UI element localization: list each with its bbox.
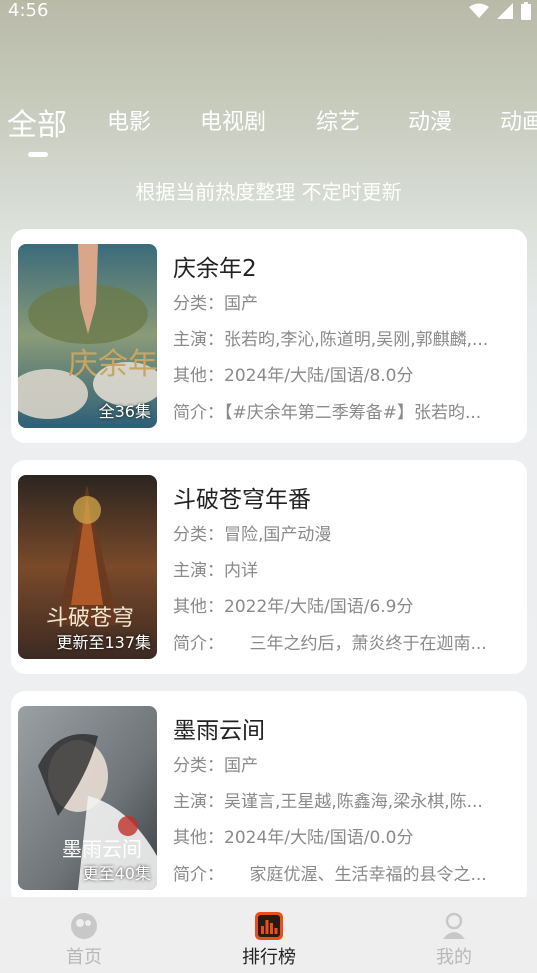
nav-ranking[interactable]: 排行榜 [219, 911, 319, 969]
intro-info: 简介： 家庭优渥、生活幸福的县令之... [173, 865, 487, 885]
tab-movie[interactable]: 电影 [107, 104, 151, 136]
nav-ranking-label: 排行榜 [242, 947, 296, 968]
poster-image[interactable]: 墨雨云间 更至40集 [18, 706, 157, 890]
category-tabs: 全部 电影 电视剧 综艺 动漫 动画 [0, 104, 537, 164]
ranking-subtitle: 根据当前热度整理 不定时更新 [135, 180, 402, 204]
intro-info: 简介： 三年之约后，萧炎终于在迦南... [173, 634, 487, 654]
ranking-card[interactable]: 斗破苍穹 更新至137集 斗破苍穹年番 分类：冒险,国产动漫 主演：内详 其他：… [11, 460, 527, 674]
tab-animation[interactable]: 动画 [500, 104, 537, 136]
episode-badge: 更至40集 [82, 864, 151, 883]
profile-icon [443, 912, 465, 939]
nav-mine[interactable]: 我的 [404, 911, 504, 969]
bottom-nav: 首页 排行榜 我的 [0, 897, 537, 973]
cast-info: 主演：吴谨言,王星越,陈鑫海,梁永棋,陈... [173, 792, 483, 812]
tab-variety[interactable]: 综艺 [316, 104, 360, 136]
poster-image[interactable]: 庆余年 全36集 [18, 244, 157, 428]
battery-icon [521, 2, 531, 20]
intro-info: 简介：【#庆余年第二季筹备#】张若昀... [173, 403, 482, 423]
ranking-card[interactable]: 庆余年 全36集 庆余年2 分类：国产 主演：张若昀,李沁,陈道明,吴刚,郭麒麟… [11, 229, 527, 443]
other-info: 其他：2022年/大陆/国语/6.9分 [173, 597, 414, 617]
status-time: 4:56 [8, 0, 49, 21]
episode-badge: 更新至137集 [56, 633, 151, 652]
active-tab-indicator [28, 152, 48, 157]
status-icons [469, 2, 531, 20]
status-bar: 4:56 [0, 0, 537, 24]
signal-icon [497, 3, 513, 19]
home-icon [71, 913, 97, 939]
poster-title-text: 庆余年 [68, 347, 157, 382]
poster-image[interactable]: 斗破苍穹 更新至137集 [18, 475, 157, 659]
nav-home-label: 首页 [66, 947, 102, 968]
nav-mine-label: 我的 [436, 947, 472, 968]
tab-tv-series[interactable]: 电视剧 [200, 104, 266, 136]
card-title[interactable]: 斗破苍穹年番 [173, 480, 311, 514]
ranking-card[interactable]: 墨雨云间 更至40集 墨雨云间 分类：国产 主演：吴谨言,王星越,陈鑫海,梁永棋… [11, 691, 527, 905]
tab-anime[interactable]: 动漫 [408, 104, 452, 136]
nav-home[interactable]: 首页 [34, 911, 134, 969]
ranking-icon [255, 912, 283, 940]
category-info: 分类：冒险,国产动漫 [173, 525, 332, 545]
cast-info: 主演：内详 [173, 561, 258, 581]
category-info: 分类：国产 [173, 294, 258, 314]
poster-title-text: 斗破苍穹 [46, 606, 134, 631]
poster-title-text: 墨雨云间 [62, 837, 142, 861]
card-title[interactable]: 庆余年2 [173, 249, 257, 283]
category-info: 分类：国产 [173, 756, 258, 776]
other-info: 其他：2024年/大陆/国语/8.0分 [173, 366, 414, 386]
episode-badge: 全36集 [98, 402, 151, 421]
wifi-icon [469, 3, 489, 18]
cast-info: 主演：张若昀,李沁,陈道明,吴刚,郭麒麟,... [173, 330, 489, 350]
other-info: 其他：2024年/大陆/国语/0.0分 [173, 828, 414, 848]
card-title[interactable]: 墨雨云间 [173, 711, 265, 745]
tab-all[interactable]: 全部 [7, 104, 67, 144]
